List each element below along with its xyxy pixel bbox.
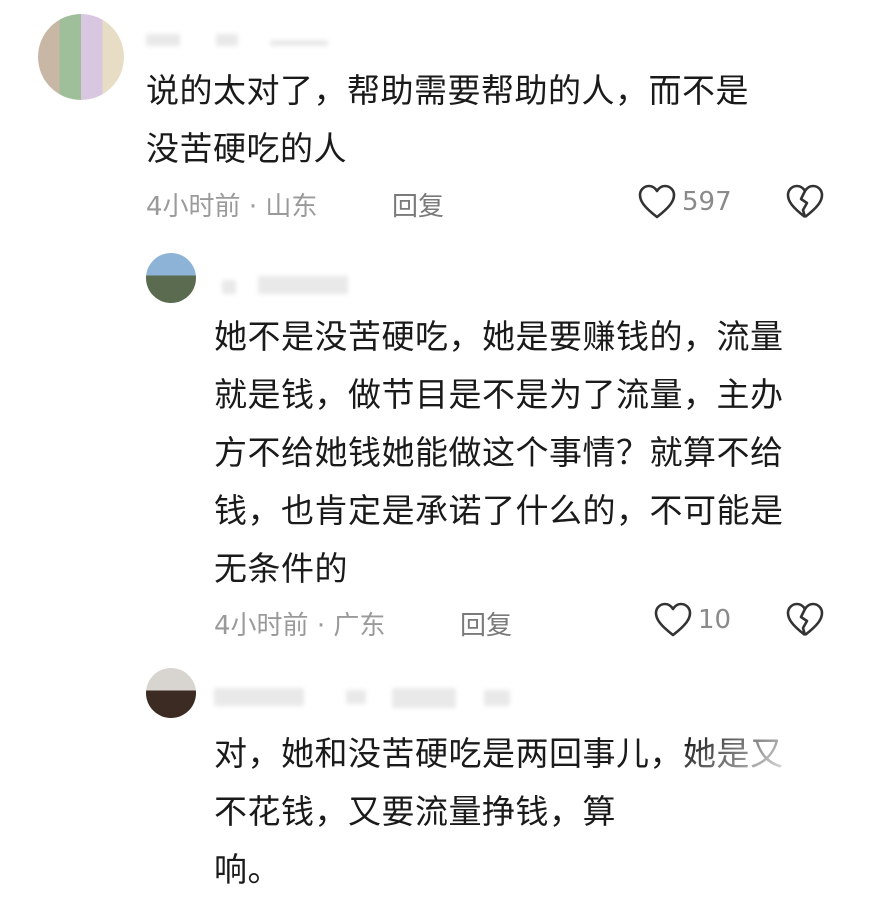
username-blurred[interactable] <box>216 34 238 46</box>
broken-heart-icon <box>786 184 824 219</box>
comment-location: 广东 <box>333 611 386 641</box>
comment-time: 4小时前 <box>146 192 241 222</box>
meta-separator: · <box>316 611 326 641</box>
comment-location: 山东 <box>265 192 318 222</box>
broken-heart-icon <box>786 602 824 637</box>
comment-time: 4小时前 <box>214 611 309 641</box>
username-blurred[interactable] <box>270 40 328 46</box>
heart-outline-icon <box>638 184 676 219</box>
reply-button[interactable]: 回复 <box>460 605 512 642</box>
username-blurred[interactable] <box>346 690 366 704</box>
comment-text: 说的太对了，帮助需要帮助的人，而不是 没苦硬吃的人 <box>146 71 749 168</box>
avatar[interactable] <box>38 14 124 100</box>
username-blurred[interactable] <box>222 280 236 294</box>
username-blurred[interactable] <box>258 276 348 294</box>
username-blurred[interactable] <box>146 34 180 46</box>
username-blurred[interactable] <box>214 688 304 706</box>
dislike-button[interactable] <box>786 602 824 642</box>
heart-outline-icon <box>654 602 692 637</box>
avatar[interactable] <box>146 253 196 303</box>
like-count: 10 <box>698 605 732 635</box>
corner-fade <box>630 710 870 900</box>
comment-meta: 4小时前 · 广东 <box>214 605 385 642</box>
reply-button[interactable]: 回复 <box>392 186 444 223</box>
like-count: 597 <box>682 187 732 217</box>
comment-meta: 4小时前 · 山东 <box>146 186 317 223</box>
dislike-button[interactable] <box>786 184 824 224</box>
avatar[interactable] <box>146 668 196 718</box>
username-blurred[interactable] <box>392 688 456 708</box>
like-button[interactable]: 597 <box>638 184 732 220</box>
like-button[interactable]: 10 <box>654 602 731 638</box>
username-blurred[interactable] <box>484 690 510 706</box>
comment-text: 她不是没苦硬吃，她是要赚钱的，流量 就是钱，做节目是不是为了流量，主办 方不给她… <box>214 317 784 588</box>
meta-separator: · <box>248 192 258 222</box>
